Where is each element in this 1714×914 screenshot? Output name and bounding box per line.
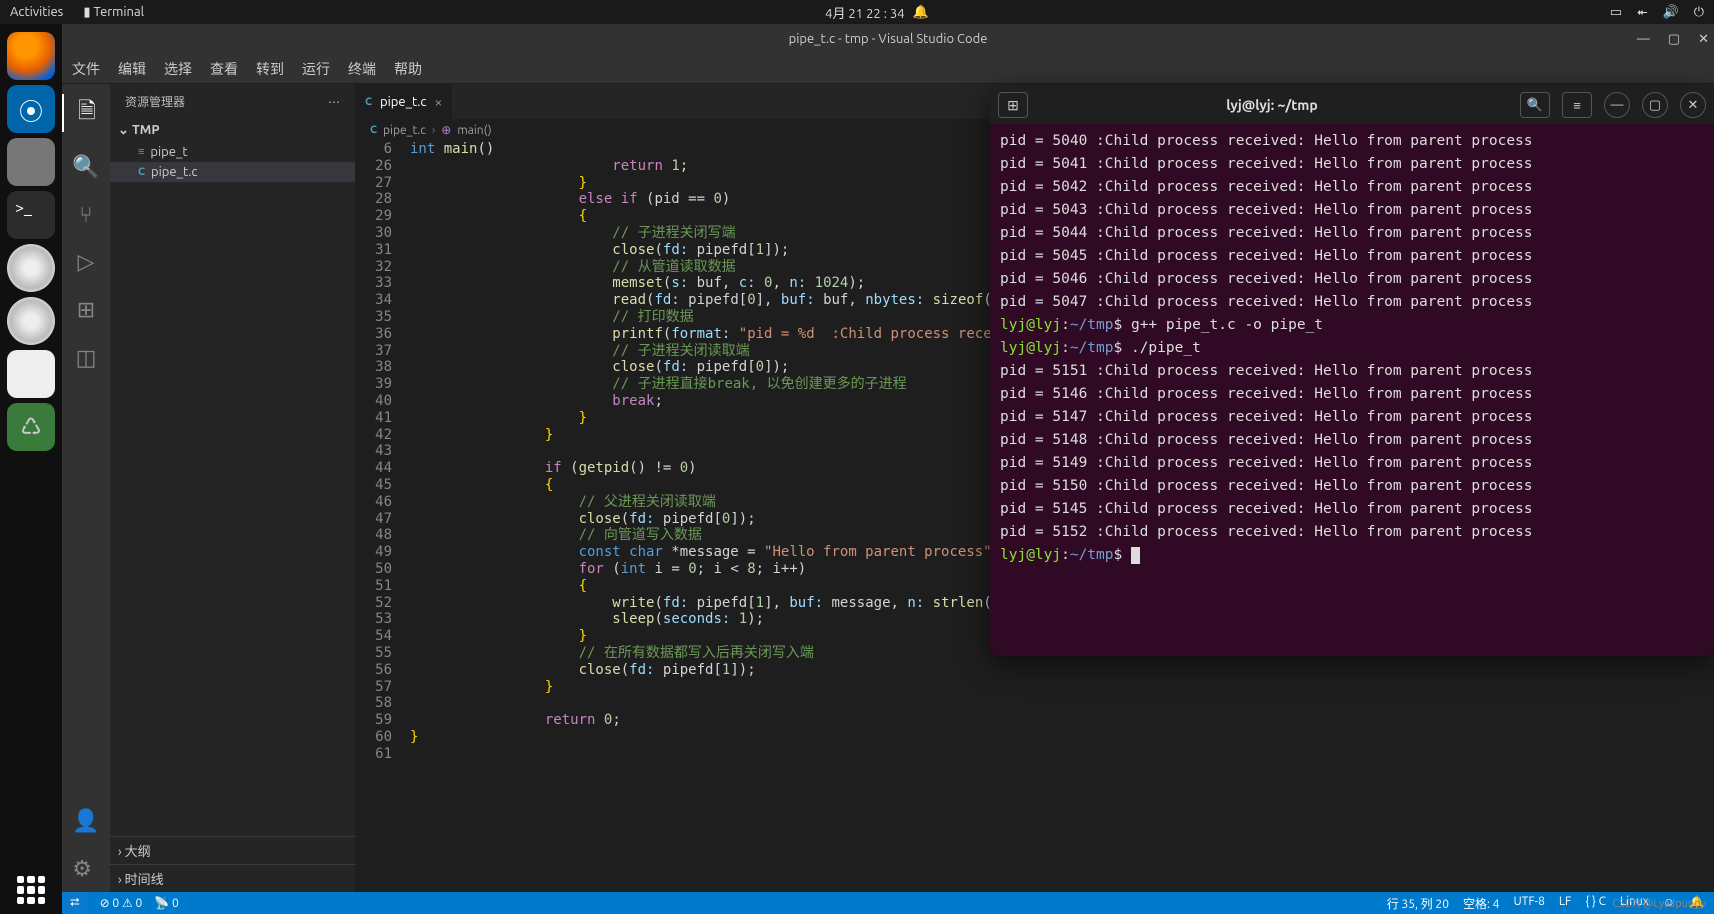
explorer-more-icon[interactable]: ⋯	[328, 95, 340, 109]
dock-text-editor[interactable]	[7, 350, 55, 398]
window-titlebar[interactable]: pipe_t.c - tmp - Visual Studio Code — ▢ …	[62, 24, 1714, 54]
dock-apps-grid[interactable]	[7, 866, 55, 914]
folder-root[interactable]: TMP	[110, 119, 355, 142]
c-file-icon: C	[365, 96, 372, 108]
window-title: pipe_t.c - tmp - Visual Studio Code	[789, 32, 988, 46]
terminal-maximize[interactable]: ▢	[1642, 92, 1668, 118]
window-maximize[interactable]: ▢	[1668, 32, 1680, 47]
menu-终端[interactable]: 终端	[348, 59, 376, 79]
menu-帮助[interactable]: 帮助	[394, 59, 422, 79]
terminal-menu-icon[interactable]: ≡	[1562, 92, 1592, 118]
c-file-icon: C	[370, 124, 377, 136]
remote-indicator[interactable]: ⮂	[62, 892, 88, 914]
app-menu[interactable]: ▮ Terminal	[83, 5, 144, 20]
terminal-close[interactable]: ✕	[1680, 92, 1706, 118]
menu-转到[interactable]: 转到	[256, 59, 284, 79]
dock-vscode[interactable]: ⦿	[7, 85, 55, 133]
gnome-terminal-window[interactable]: ⊞ lyj@lyj: ~/tmp 🔍 ≡ — ▢ ✕ pid = 5040 :C…	[990, 86, 1714, 656]
dock-disc-2[interactable]	[7, 297, 55, 345]
terminal-minimize[interactable]: —	[1604, 92, 1630, 118]
timeline-section[interactable]: 时间线	[110, 864, 355, 892]
activity-extensions-icon[interactable]: ⊞	[77, 297, 95, 323]
dock-disc-1[interactable]	[7, 244, 55, 292]
menu-编辑[interactable]: 编辑	[118, 59, 146, 79]
dock: ⦿ ♺	[0, 24, 62, 914]
activity-remote-icon[interactable]: ◫	[76, 345, 97, 371]
terminal-output[interactable]: pid = 5040 :Child process received: Hell…	[990, 124, 1714, 656]
file-pipe_t.c[interactable]: Cpipe_t.c	[110, 162, 355, 182]
activities-button[interactable]: Activities	[10, 5, 63, 19]
explorer-sidebar: 资源管理器 ⋯ TMP ≡pipe_tCpipe_t.c 大纲 时间线	[110, 84, 355, 892]
tab-close-icon[interactable]: ×	[434, 94, 442, 110]
window-close[interactable]: ✕	[1698, 32, 1709, 47]
outline-section[interactable]: 大纲	[110, 836, 355, 864]
menubar: 文件编辑选择查看转到运行终端帮助	[62, 54, 1714, 84]
activity-debug-icon[interactable]: ▷	[78, 249, 95, 275]
terminal-title: lyj@lyj: ~/tmp	[1036, 97, 1508, 113]
gnome-topbar: Activities ▮ Terminal 4月 21 22 : 34 🔔 ▭ …	[0, 0, 1714, 24]
dock-trash[interactable]: ♺	[7, 403, 55, 451]
status-lang[interactable]: { } C	[1585, 895, 1606, 912]
activity-search-icon[interactable]: 🔍	[72, 154, 99, 180]
activity-account-icon[interactable]: 👤	[72, 808, 99, 834]
tab-pipe-t-c[interactable]: C pipe_t.c ×	[355, 84, 453, 119]
activity-settings-icon[interactable]: ⚙	[72, 856, 99, 882]
status-spaces[interactable]: 空格: 4	[1463, 895, 1499, 912]
file-pipe_t[interactable]: ≡pipe_t	[110, 142, 355, 162]
dock-firefox[interactable]	[7, 32, 55, 80]
terminal-headerbar[interactable]: ⊞ lyj@lyj: ~/tmp 🔍 ≡ — ▢ ✕	[990, 86, 1714, 124]
dock-files[interactable]	[7, 138, 55, 186]
status-encoding[interactable]: UTF-8	[1513, 895, 1544, 912]
notifications-icon[interactable]: 🔔	[913, 5, 929, 20]
status-ports[interactable]: 📡 0	[154, 896, 178, 910]
dock-terminal[interactable]	[7, 191, 55, 239]
menu-查看[interactable]: 查看	[210, 59, 238, 79]
statusbar: ⮂ ⊘ 0 ⚠ 0 📡 0 行 35, 列 20 空格: 4 UTF-8 LF …	[62, 892, 1714, 914]
watermark: CSDN @LyaJpunov	[1612, 898, 1706, 910]
status-eol[interactable]: LF	[1559, 895, 1571, 912]
screen-icon[interactable]: ▭	[1610, 5, 1622, 20]
status-problems[interactable]: ⊘ 0 ⚠ 0	[100, 896, 143, 910]
status-cursor[interactable]: 行 35, 列 20	[1387, 895, 1449, 912]
network-icon[interactable]: ⯬	[1637, 5, 1647, 20]
power-icon[interactable]: ⏻	[1694, 5, 1704, 20]
activity-bar: 🗎 🔍 ⑂ ▷ ⊞ ◫ 👤 ⚙	[62, 84, 110, 892]
explorer-title: 资源管理器	[125, 93, 185, 110]
menu-文件[interactable]: 文件	[72, 59, 100, 79]
window-minimize[interactable]: —	[1637, 32, 1650, 47]
terminal-search-icon[interactable]: 🔍	[1520, 92, 1550, 118]
clock[interactable]: 4月 21 22 : 34	[825, 3, 904, 22]
volume-icon[interactable]: 🔊	[1663, 5, 1679, 20]
menu-选择[interactable]: 选择	[164, 59, 192, 79]
activity-scm-icon[interactable]: ⑂	[79, 202, 92, 227]
terminal-new-tab-button[interactable]: ⊞	[998, 92, 1028, 118]
menu-运行[interactable]: 运行	[302, 59, 330, 79]
activity-explorer-icon[interactable]: 🗎	[62, 94, 110, 132]
